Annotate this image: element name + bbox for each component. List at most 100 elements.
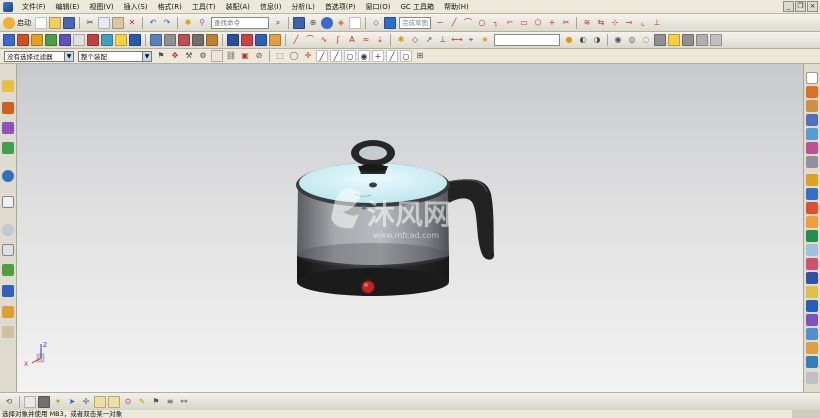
new-file-icon[interactable] bbox=[35, 16, 47, 29]
menu-assembly[interactable]: 装配(A) bbox=[221, 0, 255, 14]
constraint-icon[interactable]: ⊥ bbox=[651, 17, 663, 29]
command-finder-icon[interactable]: ⚲ bbox=[196, 17, 208, 29]
open-folder-icon[interactable] bbox=[49, 16, 61, 29]
variable-blend-icon[interactable] bbox=[806, 202, 818, 214]
chamfer-feature-icon[interactable] bbox=[164, 34, 176, 46]
assembly-navigator-icon[interactable] bbox=[2, 80, 14, 92]
offset-face-icon[interactable] bbox=[806, 188, 818, 200]
datum-axis-icon[interactable]: ↗ bbox=[423, 34, 435, 46]
more-tools-icon[interactable] bbox=[806, 372, 818, 384]
menu-window[interactable]: 窗口(O) bbox=[361, 0, 396, 14]
unnamed-combo-field[interactable] bbox=[494, 34, 560, 46]
process-studio-icon[interactable] bbox=[2, 264, 14, 276]
curve-offset-icon[interactable]: ≈ bbox=[360, 34, 372, 46]
web-browser-icon[interactable] bbox=[2, 196, 14, 208]
roles-icon[interactable] bbox=[2, 306, 14, 318]
chamfer-icon[interactable]: ⌐ bbox=[504, 17, 516, 29]
trim-icon[interactable]: ✂ bbox=[560, 17, 572, 29]
constraint-navigator-icon[interactable] bbox=[2, 102, 14, 114]
snap-icon[interactable]: ⬦ bbox=[370, 17, 382, 29]
snap-intersection-icon[interactable]: ╱ bbox=[386, 50, 398, 62]
menu-edit[interactable]: 编辑(E) bbox=[51, 0, 85, 14]
delete-icon[interactable]: ✕ bbox=[126, 17, 138, 29]
pocket-icon[interactable] bbox=[87, 34, 99, 46]
rectangle-icon[interactable]: ▭ bbox=[518, 17, 530, 29]
reuse-library-icon[interactable] bbox=[2, 142, 14, 154]
hd3d-tools-icon[interactable] bbox=[2, 170, 14, 182]
box-select-icon[interactable]: ⬚ bbox=[274, 50, 286, 62]
bounded-plane-icon[interactable] bbox=[806, 272, 818, 284]
swept-surface-icon[interactable] bbox=[806, 314, 818, 326]
extrude-icon[interactable] bbox=[17, 34, 29, 46]
magnifier-icon[interactable]: ⌕ bbox=[272, 17, 284, 29]
cone-icon[interactable] bbox=[806, 114, 818, 126]
menu-analysis[interactable]: 分析(L) bbox=[286, 0, 319, 14]
feature-selection-icon[interactable]: ⚙ bbox=[197, 50, 209, 62]
menu-format[interactable]: 格式(R) bbox=[153, 0, 187, 14]
repeat-command-icon[interactable]: ✱ bbox=[182, 17, 194, 29]
arc-icon[interactable]: ⌒ bbox=[462, 17, 474, 29]
sew-icon[interactable] bbox=[806, 230, 818, 242]
view-section-icon[interactable] bbox=[682, 34, 694, 46]
command-search-input[interactable] bbox=[211, 16, 269, 29]
page-icon[interactable] bbox=[806, 72, 818, 84]
save-icon[interactable] bbox=[63, 16, 75, 29]
group-icon[interactable]: ⚑ bbox=[150, 396, 162, 408]
through-curves-icon[interactable] bbox=[806, 286, 818, 298]
face-blend-icon[interactable] bbox=[806, 216, 818, 228]
filter-icon[interactable]: ⚑ bbox=[155, 50, 167, 62]
close-icon[interactable]: × bbox=[807, 1, 818, 12]
block-icon[interactable] bbox=[806, 86, 818, 98]
deselect-icon[interactable]: ⊘ bbox=[253, 50, 265, 62]
offset-curve-icon[interactable]: ≋ bbox=[581, 17, 593, 29]
datum-csys-icon[interactable]: ⊥ bbox=[437, 34, 449, 46]
split-body-icon[interactable] bbox=[255, 34, 267, 46]
unite-icon[interactable] bbox=[115, 34, 127, 46]
circle-icon[interactable]: ○ bbox=[476, 17, 488, 29]
snap-line-icon[interactable]: ╱ bbox=[316, 50, 328, 62]
quick-extend-icon[interactable]: ⊸ bbox=[623, 17, 635, 29]
zoom-icon[interactable]: ◈ bbox=[335, 17, 347, 29]
datum-plane-icon[interactable]: ◇ bbox=[409, 34, 421, 46]
wrap-icon[interactable] bbox=[806, 258, 818, 270]
history-icon[interactable] bbox=[2, 224, 14, 236]
hidden-edge-icon[interactable]: ◌ bbox=[640, 34, 652, 46]
shade-icon[interactable]: ◑ bbox=[591, 34, 603, 46]
curve-line-icon[interactable]: ╱ bbox=[290, 34, 302, 46]
quick-trim-icon[interactable]: ⊹ bbox=[609, 17, 621, 29]
boss-icon[interactable] bbox=[73, 34, 85, 46]
menu-file[interactable]: 文件(F) bbox=[17, 0, 51, 14]
view-orient-icon[interactable] bbox=[349, 16, 361, 29]
curve-arc-icon[interactable]: ⌒ bbox=[304, 34, 316, 46]
part-navigator-icon[interactable] bbox=[2, 122, 14, 134]
start-icon[interactable] bbox=[3, 16, 15, 29]
lightbulb-icon[interactable]: ● bbox=[563, 34, 575, 46]
move-object-icon[interactable]: ➤ bbox=[66, 396, 78, 408]
expression-icon[interactable]: ≡ bbox=[164, 396, 176, 408]
pattern-icon[interactable] bbox=[206, 34, 218, 46]
tube-icon[interactable] bbox=[806, 156, 818, 168]
wcs-origin-icon[interactable]: ⟲ bbox=[3, 396, 15, 408]
object-display-icon[interactable] bbox=[94, 395, 106, 408]
revolve-icon[interactable] bbox=[31, 34, 43, 46]
copy-icon[interactable] bbox=[98, 16, 110, 29]
snap-point-icon[interactable]: + bbox=[372, 50, 384, 62]
point-icon[interactable]: + bbox=[546, 17, 558, 29]
menu-help[interactable]: 帮助(H) bbox=[439, 0, 474, 14]
snap-midpoint-icon[interactable]: ╱ bbox=[330, 50, 342, 62]
edit-object-icon[interactable]: ✎ bbox=[136, 396, 148, 408]
shell-icon[interactable] bbox=[178, 34, 190, 46]
cut-icon[interactable]: ✂ bbox=[84, 17, 96, 29]
sketch-icon[interactable] bbox=[3, 34, 15, 46]
fillet-icon[interactable]: ╮ bbox=[490, 17, 502, 29]
curve-text-icon[interactable]: A bbox=[346, 34, 358, 46]
hole-icon[interactable] bbox=[59, 34, 71, 46]
line-icon[interactable]: ╱ bbox=[448, 17, 460, 29]
measure-icon[interactable]: ⟷ bbox=[451, 34, 463, 46]
menu-insert[interactable]: 插入(S) bbox=[119, 0, 153, 14]
menu-view[interactable]: 视图(V) bbox=[84, 0, 118, 14]
pot-handle[interactable] bbox=[445, 179, 495, 260]
profile-icon[interactable]: ∽ bbox=[434, 17, 446, 29]
selection-scope-dropdown[interactable]: 整个装配 ▼ bbox=[78, 50, 152, 62]
manufacturing-wizards-icon[interactable] bbox=[2, 285, 14, 297]
